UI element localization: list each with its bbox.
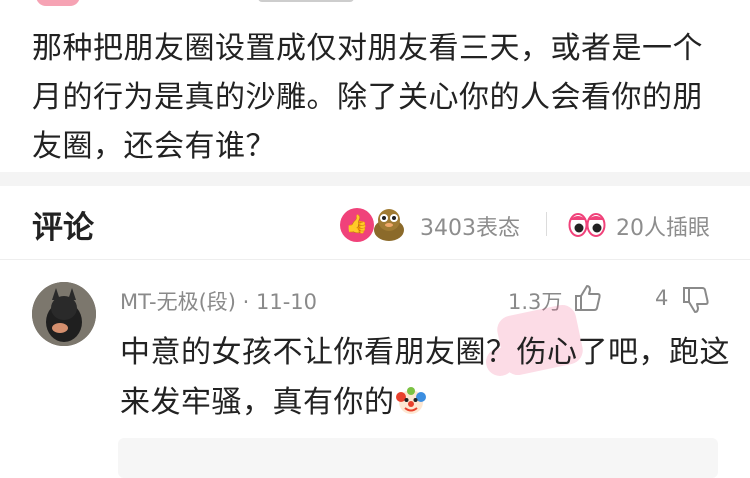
dislike-count: 4 — [655, 286, 669, 310]
clown-icon — [395, 387, 426, 414]
cut-off-text — [258, 0, 354, 2]
comment-author[interactable]: MT-无极(段) · 11-10 — [120, 286, 317, 316]
section-divider — [0, 172, 750, 186]
eyes-count[interactable]: 20人插眼 — [616, 210, 710, 242]
comments-header: 评论 👍 3403表态 20人插眼 — [0, 186, 750, 260]
thumb-down-icon[interactable] — [680, 284, 712, 316]
dog-avatar-icon — [32, 282, 96, 346]
comment-body: 中意的女孩不让你看朋友圈？伤心了吧，跑这来发牢骚，真有你的 — [120, 328, 730, 428]
post-content: 那种把朋友圈设置成仅对朋友看三天，或者是一个月的行为是真的沙雕。除了关心你的人会… — [32, 31, 703, 164]
reply-preview[interactable] — [118, 438, 718, 478]
like-reaction-icon[interactable]: 👍 — [340, 208, 374, 242]
reaction-count[interactable]: 3403表态 — [420, 210, 520, 242]
mole-reaction-icon[interactable] — [372, 206, 406, 242]
avatar[interactable] — [32, 282, 96, 346]
divider — [546, 212, 547, 236]
header-divider — [0, 259, 750, 260]
previous-post-header — [0, 0, 750, 12]
avatar-partial — [36, 0, 80, 6]
eyes-icon[interactable] — [568, 210, 606, 238]
comments-title: 评论 — [32, 210, 94, 246]
